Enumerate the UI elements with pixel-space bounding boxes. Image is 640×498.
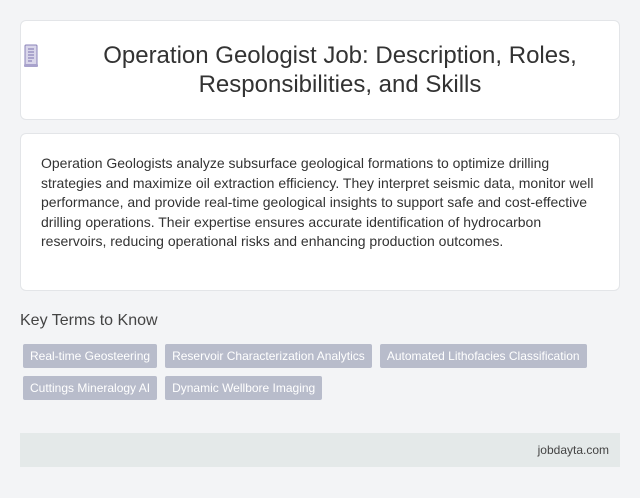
tag-dynamic-wellbore-imaging[interactable]: Dynamic Wellbore Imaging [165,376,323,400]
tag-real-time-geosteering[interactable]: Real-time Geosteering [23,344,158,368]
footer: jobdayta.com [20,433,620,467]
tag-cuttings-mineralogy-ai[interactable]: Cuttings Mineralogy AI [23,376,158,400]
tag-reservoir-characterization-analytics[interactable]: Reservoir Characterization Analytics [165,344,372,368]
description-text: Operation Geologists analyze subsurface … [41,155,594,249]
footer-site-link[interactable]: jobdayta.com [538,443,609,457]
description-card: Operation Geologists analyze subsurface … [20,133,620,291]
key-terms-heading: Key Terms to Know [20,312,158,329]
page-title: Operation Geologist Job: Description, Ro… [103,42,577,98]
page: Operation Geologist Job: Description, Ro… [0,0,640,498]
title-row: Operation Geologist Job: Description, Ro… [21,41,619,99]
document-icon [21,44,41,70]
key-terms-tags: Real-time Geosteering Reservoir Characte… [23,344,603,400]
title-card: Operation Geologist Job: Description, Ro… [20,20,620,120]
tag-automated-lithofacies-classification[interactable]: Automated Lithofacies Classification [379,344,587,368]
